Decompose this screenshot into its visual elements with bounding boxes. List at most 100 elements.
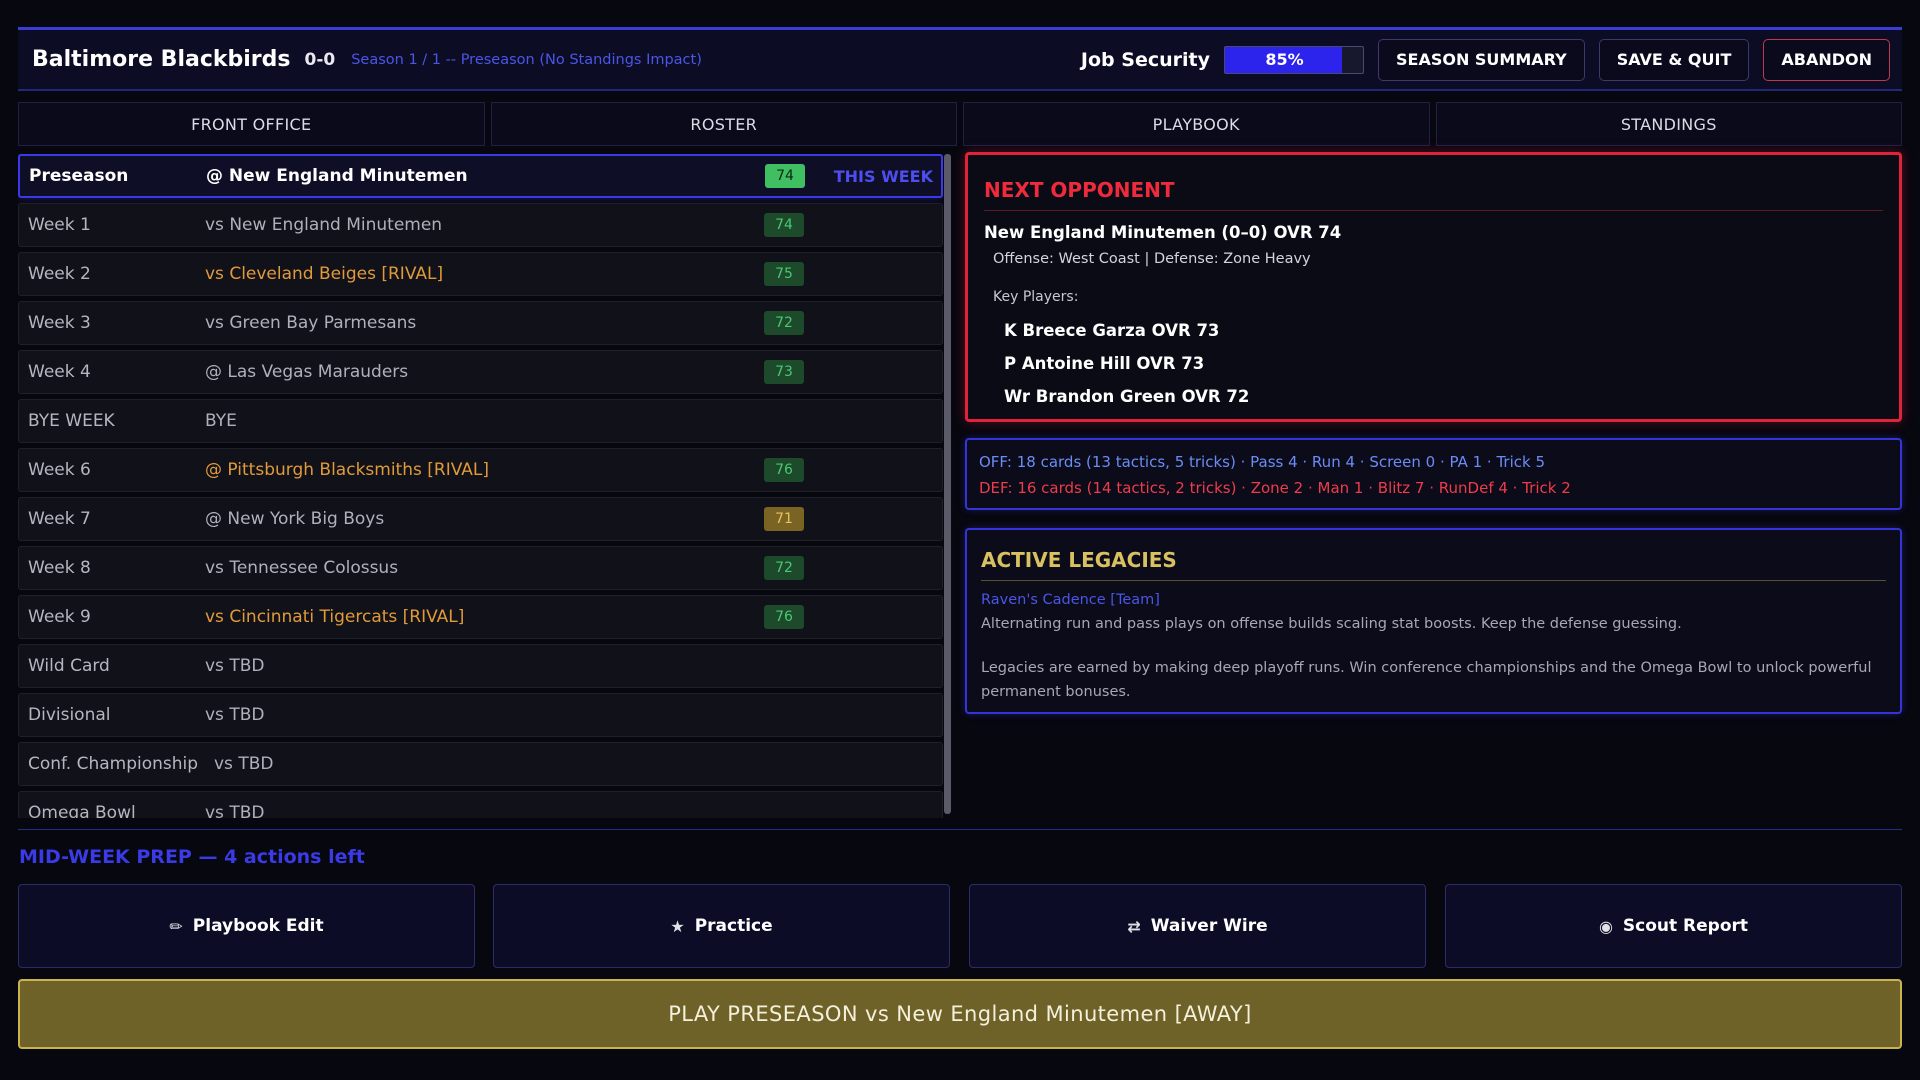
- schedule-week: Conf. Championship: [28, 754, 199, 774]
- playbook-edit-button[interactable]: ✏ Playbook Edit: [18, 884, 475, 968]
- opponent-scheme: Offense: West Coast | Defense: Zone Heav…: [993, 251, 1311, 267]
- schedule-week: Week 7: [28, 509, 91, 529]
- schedule-opponent: vs TBD: [205, 705, 265, 725]
- legacy-name: Raven's Cadence [Team]: [981, 592, 1160, 608]
- divider: [18, 829, 1902, 830]
- schedule-row[interactable]: Week 9 vs Cincinnati Tigercats [RIVAL] 76: [18, 595, 943, 639]
- schedule-row[interactable]: Week 7 @ New York Big Boys 71: [18, 497, 943, 541]
- divider: [984, 210, 1883, 211]
- key-players-label: Key Players:: [993, 289, 1079, 305]
- pencil-icon: ✏: [169, 916, 183, 936]
- schedule-opponent: @ Pittsburgh Blacksmiths [RIVAL]: [205, 460, 489, 480]
- schedule-row[interactable]: Omega Bowl vs TBD: [18, 791, 943, 818]
- action-label: Waiver Wire: [1150, 916, 1268, 936]
- schedule-row[interactable]: Week 4 @ Las Vegas Marauders 73: [18, 350, 943, 394]
- schedule-week: Week 9: [28, 607, 91, 627]
- job-security-label: Job Security: [1080, 48, 1210, 71]
- swap-icon: ⇄: [1127, 916, 1141, 936]
- schedule-opponent: @ New York Big Boys: [205, 509, 385, 529]
- schedule-row[interactable]: Conf. Championship vs TBD: [18, 742, 943, 786]
- job-security-bar: 85%: [1223, 45, 1364, 74]
- job-security-value: 85%: [1265, 50, 1304, 69]
- schedule-list: Preseason @ New England Minutemen 74 THIS W…: [18, 154, 943, 818]
- opponent-ovr-badge: 76: [764, 458, 804, 482]
- abandon-button[interactable]: ABANDON: [1763, 38, 1890, 81]
- opponent-name: New England Minutemen (0–0) OVR 74: [984, 223, 1342, 242]
- team-record: 0-0: [304, 49, 336, 70]
- schedule-row[interactable]: Week 2 vs Cleveland Beiges [RIVAL] 75: [18, 252, 943, 296]
- waiver-wire-button[interactable]: ⇄ Waiver Wire: [969, 884, 1426, 968]
- schedule-opponent: vs TBD: [205, 803, 265, 818]
- top-header: Baltimore Blackbirds 0-0 Season 1 / 1 --…: [18, 27, 1902, 91]
- action-label: Practice: [694, 916, 773, 936]
- opponent-ovr-badge: 73: [764, 360, 804, 384]
- schedule-week: Wild Card: [28, 656, 110, 676]
- legacy-note: Legacies are earned by making deep playo…: [981, 660, 1872, 700]
- tab-standings[interactable]: STANDINGS: [1435, 102, 1902, 146]
- schedule-week: Omega Bowl: [28, 803, 136, 818]
- next-opponent-title: NEXT OPPONENT: [984, 178, 1175, 202]
- schedule-week: BYE WEEK: [28, 411, 115, 431]
- save-quit-button[interactable]: SAVE & QUIT: [1598, 38, 1750, 81]
- schedule-opponent: vs Tennessee Colossus: [205, 558, 399, 578]
- season-summary-button[interactable]: SEASON SUMMARY: [1377, 38, 1585, 81]
- action-label: Scout Report: [1622, 916, 1749, 936]
- schedule-row[interactable]: Week 8 vs Tennessee Colossus 72: [18, 546, 943, 590]
- schedule-week: Week 8: [28, 558, 91, 578]
- midweek-prep-title: MID-WEEK PREP — 4 actions left: [19, 846, 365, 868]
- tab-roster[interactable]: ROSTER: [490, 102, 957, 146]
- action-label: Playbook Edit: [192, 916, 324, 936]
- practice-button[interactable]: ★ Practice: [493, 884, 950, 968]
- schedule-row-current[interactable]: Preseason @ New England Minutemen 74 THIS W…: [18, 154, 943, 198]
- schedule-opponent: vs New England Minutemen: [205, 215, 443, 235]
- schedule-row[interactable]: BYE WEEK BYE: [18, 399, 943, 443]
- schedule-week: Week 4: [28, 362, 91, 382]
- schedule-week: Week 2: [28, 264, 91, 284]
- opponent-ovr-badge: 75: [764, 262, 804, 286]
- schedule-opponent: @ New England Minutemen: [206, 166, 468, 186]
- schedule-scrollbar[interactable]: [944, 154, 951, 814]
- opponent-ovr-badge: 74: [765, 164, 805, 188]
- schedule-row[interactable]: Week 3 vs Green Bay Parmesans 72: [18, 301, 943, 345]
- next-opponent-panel: NEXT OPPONENT New England Minutemen (0–0…: [965, 152, 1902, 422]
- schedule-row[interactable]: Divisional vs TBD: [18, 693, 943, 737]
- schedule-opponent: vs Cleveland Beiges [RIVAL]: [205, 264, 444, 284]
- play-game-button[interactable]: PLAY PRESEASON vs New England Minutemen …: [18, 979, 1902, 1049]
- legacies-title: ACTIVE LEGACIES: [981, 548, 1177, 572]
- schedule-opponent: BYE: [205, 411, 237, 431]
- opponent-ovr-badge: 71: [764, 507, 804, 531]
- schedule-opponent: vs Green Bay Parmesans: [205, 313, 417, 333]
- schedule-opponent: @ Las Vegas Marauders: [205, 362, 409, 382]
- key-player: P Antoine Hill OVR 73: [1004, 354, 1205, 373]
- opponent-ovr-badge: 76: [764, 605, 804, 629]
- tab-playbook[interactable]: PLAYBOOK: [963, 102, 1430, 146]
- key-player: Wr Brandon Green OVR 72: [1004, 387, 1250, 406]
- this-week-badge: THIS WEEK: [833, 166, 933, 186]
- opponent-ovr-badge: 72: [764, 556, 804, 580]
- divider: [981, 580, 1886, 581]
- opponent-ovr-badge: 74: [764, 213, 804, 237]
- schedule-row[interactable]: Wild Card vs TBD: [18, 644, 943, 688]
- schedule-week: Preseason: [29, 166, 129, 186]
- schedule-row[interactable]: Week 6 @ Pittsburgh Blacksmiths [RIVAL] 76: [18, 448, 943, 492]
- main-tabs: FRONT OFFICE ROSTER PLAYBOOK STANDINGS: [18, 102, 1902, 146]
- playbook-cards-summary: OFF: 18 cards (13 tactics, 5 tricks) · P…: [965, 438, 1902, 510]
- team-name: Baltimore Blackbirds: [32, 47, 291, 72]
- schedule-row[interactable]: Week 1 vs New England Minutemen 74: [18, 203, 943, 247]
- schedule-opponent: vs TBD: [214, 754, 274, 774]
- star-icon: ★: [670, 916, 685, 936]
- scout-report-button[interactable]: ◉ Scout Report: [1445, 884, 1902, 968]
- tab-front-office[interactable]: FRONT OFFICE: [18, 102, 485, 146]
- offense-cards-summary: OFF: 18 cards (13 tactics, 5 tricks) · P…: [979, 453, 1546, 471]
- opponent-ovr-badge: 72: [764, 311, 804, 335]
- schedule-week: Week 1: [28, 215, 91, 235]
- legacy-description: Alternating run and pass plays on offens…: [981, 616, 1682, 632]
- schedule-opponent: vs TBD: [205, 656, 265, 676]
- schedule-opponent: vs Cincinnati Tigercats [RIVAL]: [205, 607, 465, 627]
- target-icon: ◉: [1598, 916, 1613, 936]
- active-legacies-panel: ACTIVE LEGACIES Raven's Cadence [Team] A…: [965, 528, 1902, 714]
- schedule-week: Week 6: [28, 460, 91, 480]
- schedule-week: Week 3: [28, 313, 91, 333]
- schedule-week: Divisional: [28, 705, 111, 725]
- key-player: K Breece Garza OVR 73: [1004, 321, 1220, 340]
